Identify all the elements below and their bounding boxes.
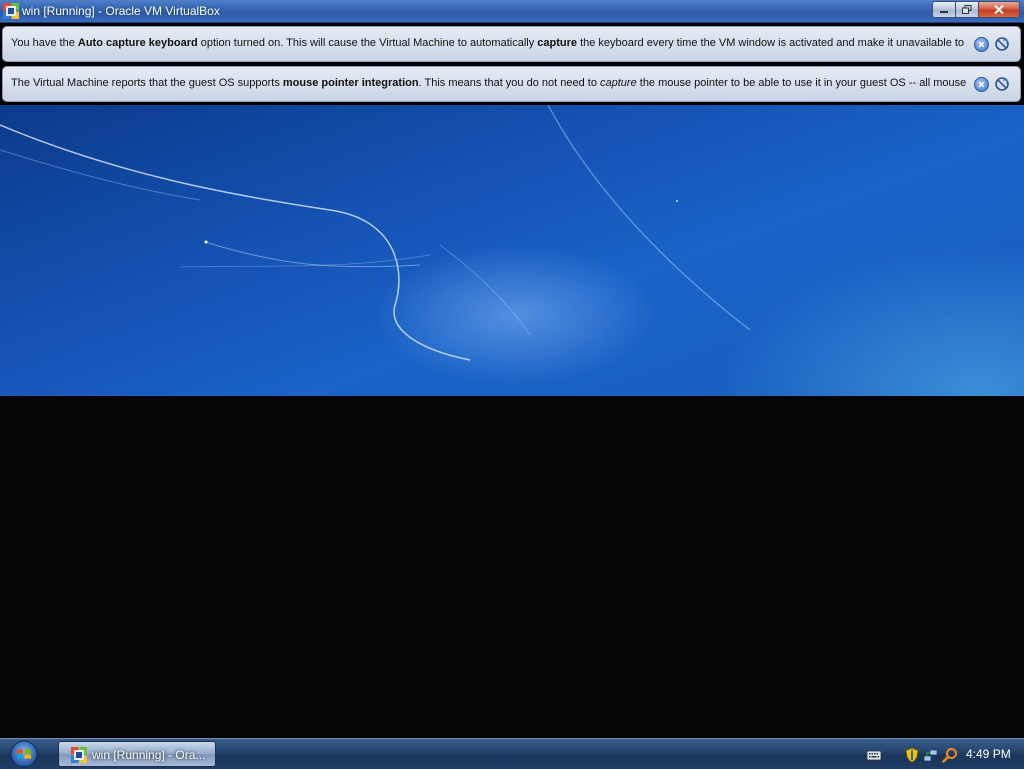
minimize-icon [940,10,948,13]
taskbar-item-virtualbox[interactable]: win [Running] - Ora... [58,741,216,767]
restore-button[interactable] [956,1,979,18]
minimize-button[interactable] [932,1,956,18]
close-button[interactable] [979,1,1020,18]
taskbar-item-label: win [Running] - Ora... [92,748,206,762]
notification-text-segment: capture [537,37,578,49]
window-controls [932,1,1020,18]
close-icon [978,81,985,88]
do-not-show-again-icon[interactable] [994,36,1010,52]
do-not-show-again-icon[interactable] [994,76,1010,92]
taskbar: win [Running] - Ora... 4:49 PM [0,738,1024,769]
notification-close-button[interactable] [974,77,989,92]
search-icon[interactable] [942,747,958,763]
notification-mouse-integration: The Virtual Machine reports that the gue… [2,66,1021,102]
notification-text-segment: . This means that you do not need to [418,77,600,89]
network-icon[interactable] [923,747,939,763]
system-clock[interactable]: 4:49 PM [966,747,1011,761]
notification-close-button[interactable] [974,37,989,52]
notification-auto-capture-keyboard: You have the Auto capture keyboard optio… [2,26,1021,62]
notification-text-segment: You have the [11,37,78,49]
notification-text-segment: the keyboard every time the VM window is… [577,37,965,49]
close-icon [978,41,985,48]
notification-text-segment: Auto capture keyboard [77,37,198,49]
notification-text-segment: capture [600,77,637,89]
notification-text: You have the Auto capture keyboard optio… [11,37,966,49]
notification-text-segment: the mouse pointer to be able to use it i… [636,77,966,89]
virtualbox-icon [3,3,19,19]
notification-text-segment: mouse pointer integration [282,77,419,89]
guest-screen-unpainted[interactable] [0,396,1024,738]
close-icon [994,5,1004,14]
notification-text-segment: option turned on. This will cause the Vi… [197,37,538,49]
notification-text-segment: The Virtual Machine reports that the gue… [11,77,283,89]
start-button[interactable] [8,740,40,768]
restore-icon [962,5,972,14]
shield-icon[interactable] [904,747,920,763]
wallpaper-light-streaks [0,105,751,361]
keyboard-icon[interactable] [866,747,882,763]
guest-desktop-wallpaper[interactable] [0,105,1024,396]
window-title: win [Running] - Oracle VM VirtualBox [22,4,220,18]
window-title-bar[interactable]: win [Running] - Oracle VM VirtualBox [0,0,1024,23]
notification-text: The Virtual Machine reports that the gue… [11,77,966,89]
virtualbox-icon [71,747,87,763]
